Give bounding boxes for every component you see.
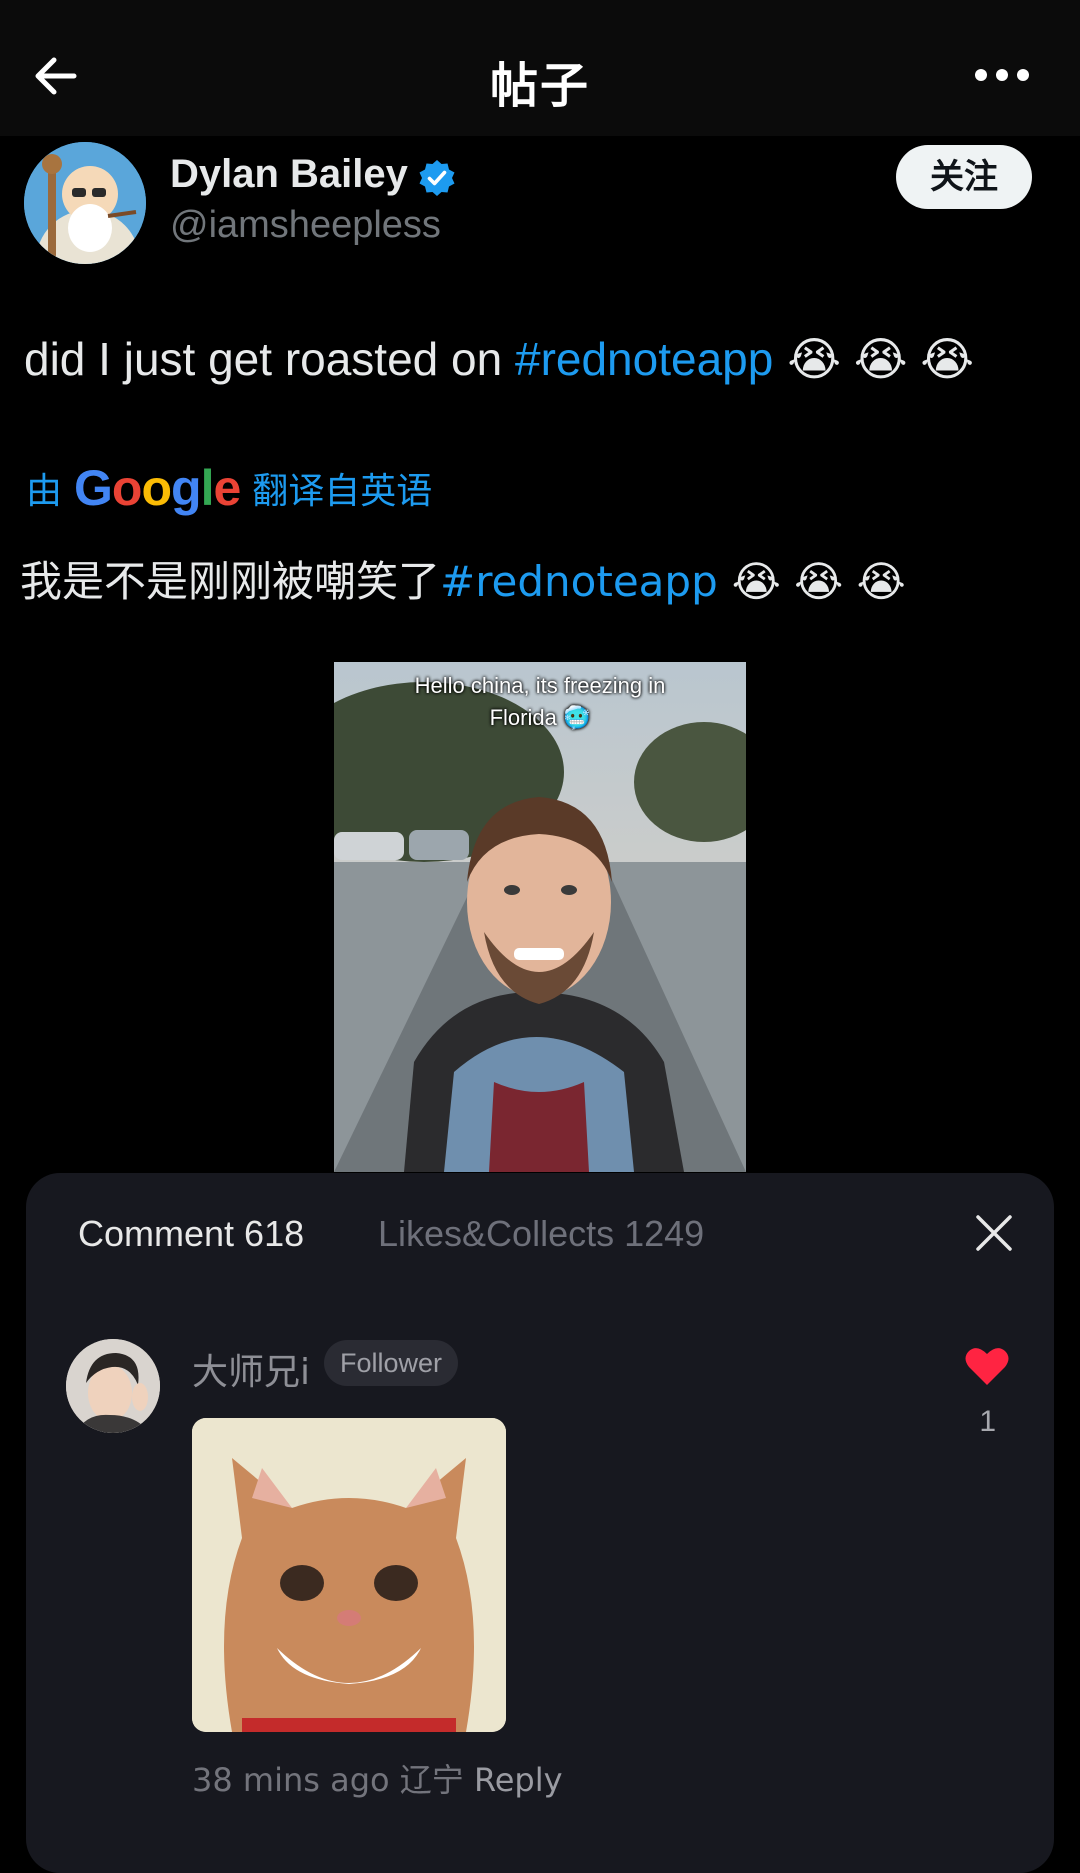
comment-time: 38 mins ago: [192, 1761, 390, 1799]
video-caption-line-1: Hello china, its freezing in: [414, 673, 666, 698]
translate-prefix: 由: [26, 471, 63, 512]
more-horizontal-icon[interactable]: [974, 60, 1030, 90]
verified-badge-icon: [419, 160, 455, 196]
translated-text: 我是不是刚刚被嘲笑了#rednoteapp 😭 😭 😭: [20, 548, 906, 609]
translated-body: 我是不是刚刚被嘲笑了: [20, 557, 441, 606]
comments-sheet: Comment 618 Likes&Collects 1249 大师兄i Fol…: [26, 1173, 1054, 1873]
author-handle[interactable]: @iamsheepless: [170, 204, 441, 247]
top-bar: 帖子: [0, 0, 1080, 136]
post-text: did I just get roasted on #rednoteapp 😭 😭…: [24, 332, 974, 386]
reply-button[interactable]: Reply: [474, 1761, 563, 1799]
comment-meta: 38 mins ago 辽宁 Reply: [192, 1755, 563, 1801]
comment-image-smiling-cat[interactable]: [192, 1418, 506, 1732]
video-caption-line-2: Florida 🥶: [489, 705, 591, 730]
post-video-thumbnail[interactable]: Hello china, its freezing in Florida 🥶: [334, 662, 746, 1172]
follow-button[interactable]: 关注: [896, 145, 1032, 209]
translated-hashtag-link[interactable]: #rednoteapp: [440, 557, 718, 606]
translation-attribution[interactable]: 由 Google 翻译自英语: [26, 460, 432, 516]
comment-location: 辽宁: [399, 1761, 464, 1799]
tab-comments[interactable]: Comment 618: [78, 1213, 304, 1255]
tab-likes-collects[interactable]: Likes&Collects 1249: [378, 1213, 704, 1255]
translated-crying-emoji: 😭 😭 😭: [731, 557, 906, 606]
comment-like-count: 1: [979, 1405, 996, 1438]
google-logo: Google: [74, 460, 241, 516]
video-caption: Hello china, its freezing in Florida 🥶: [334, 670, 746, 734]
translate-suffix: 翻译自英语: [252, 471, 433, 512]
close-icon[interactable]: [974, 1213, 1014, 1253]
commenter-username[interactable]: 大师兄i: [192, 1343, 310, 1395]
author-avatar[interactable]: [24, 142, 146, 264]
author-name[interactable]: Dylan Bailey: [170, 152, 408, 197]
follower-badge: Follower: [324, 1340, 459, 1386]
heart-icon[interactable]: [964, 1345, 1010, 1387]
post-text-body: did I just get roasted on: [24, 333, 515, 385]
page-title: 帖子: [489, 58, 590, 114]
commenter-avatar[interactable]: [66, 1339, 160, 1433]
hashtag-link[interactable]: #rednoteapp: [515, 333, 773, 385]
crying-emoji: 😭 😭 😭: [787, 333, 975, 385]
